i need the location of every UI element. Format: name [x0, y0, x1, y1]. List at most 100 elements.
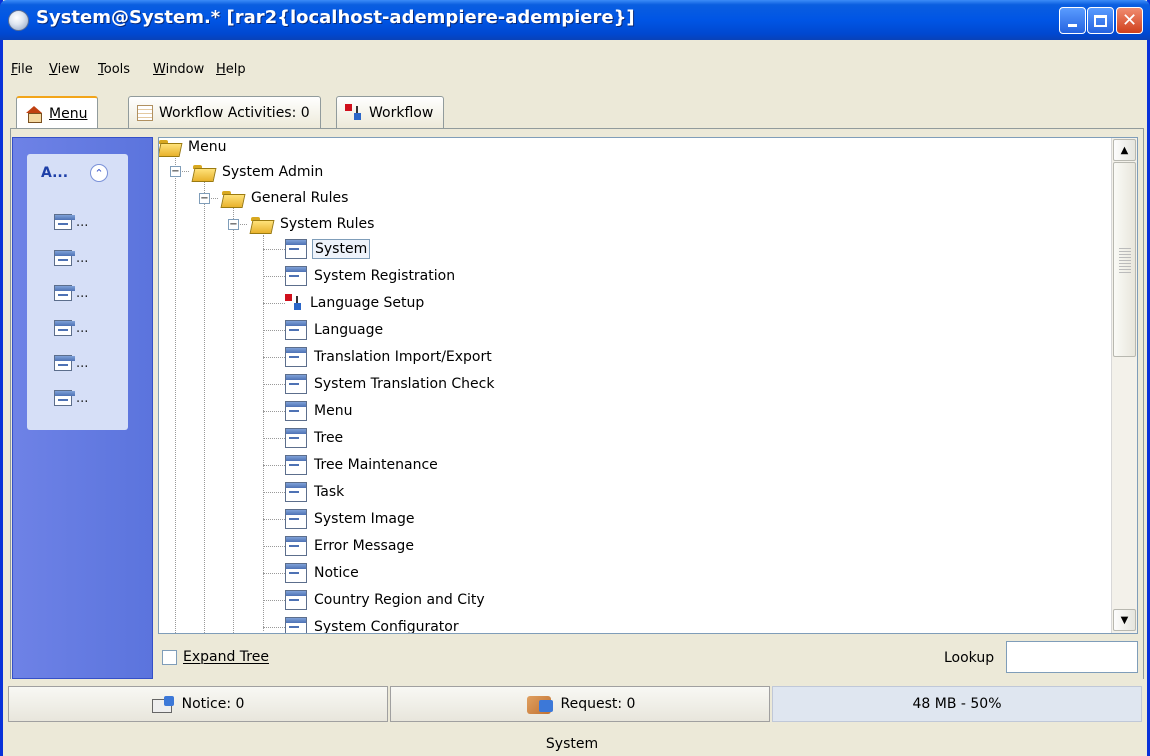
tree-item-system-translation-check[interactable]: System Translation Check [285, 372, 496, 396]
expand-tree-checkbox[interactable]: Expand Tree [162, 649, 269, 665]
lookup-label: Lookup [944, 650, 995, 666]
window-icon [285, 347, 307, 367]
tree-item-error-message[interactable]: Error Message [285, 534, 416, 558]
tree-item-system-image[interactable]: System Image [285, 507, 417, 531]
tree-item-language-setup[interactable]: Language Setup [285, 291, 426, 315]
tab-menu[interactable]: Menu [16, 96, 99, 129]
window-icon [285, 536, 307, 556]
sidebar-header: A... [41, 165, 69, 181]
tree-node-label: Tree [314, 430, 344, 446]
tree-item-tree-maintenance[interactable]: Tree Maintenance [285, 453, 440, 477]
tree-item-system-registration[interactable]: System Registration [285, 264, 457, 288]
memory-indicator[interactable]: 48 MB - 50% [772, 686, 1142, 722]
tree-node-label: Notice [314, 565, 359, 581]
tree-connector [263, 411, 285, 412]
notice-count: Notice: 0 [181, 696, 245, 712]
menu-tools[interactable]: Tools [98, 62, 130, 77]
request-icon [525, 692, 555, 716]
tree-item-system-configurator[interactable]: System Configurator [285, 615, 461, 633]
tree-connector [263, 573, 285, 574]
shortcut-label: ... [76, 214, 89, 230]
window-icon [285, 239, 307, 259]
shortcut-label: ... [76, 285, 89, 301]
tree-connector [263, 546, 285, 547]
shortcut-label: ... [76, 250, 89, 266]
window-icon [285, 428, 307, 448]
checkbox-box[interactable] [162, 649, 177, 665]
grip-icon [1119, 248, 1131, 274]
tree-connector [263, 276, 285, 277]
tree-item-country-region-city[interactable]: Country Region and City [285, 588, 487, 612]
tree-node-label: Translation Import/Export [314, 349, 492, 365]
scroll-up-button[interactable]: ▲ [1113, 139, 1136, 161]
tree-vertical-scrollbar[interactable]: ▲ ▼ [1111, 138, 1137, 633]
scroll-thumb[interactable] [1113, 162, 1136, 357]
memory-usage: 48 MB - 50% [912, 696, 1002, 712]
tree-viewport: − − − Menu System Admin General Rules Sy… [159, 138, 1111, 633]
tree-item-task[interactable]: Task [285, 480, 346, 504]
collapse-system-rules-toggle[interactable]: − [228, 219, 239, 230]
folder-open-icon [193, 164, 215, 180]
menu-window[interactable]: Window [153, 62, 204, 77]
collapse-general-rules-toggle[interactable]: − [199, 193, 210, 204]
sidebar-shortcut[interactable]: ... [54, 390, 88, 406]
menu-view[interactable]: View [49, 62, 80, 77]
sidebar-shortcut[interactable]: ... [54, 320, 88, 336]
collapse-system-admin-toggle[interactable]: − [170, 166, 181, 177]
menu-help[interactable]: Help [216, 62, 246, 77]
tree-item-notice[interactable]: Notice [285, 561, 361, 585]
sidebar-shortcut[interactable]: ... [54, 214, 88, 230]
tree-connector [263, 249, 285, 250]
window-icon [285, 401, 307, 421]
workflow-icon [345, 104, 363, 122]
tree-connector [263, 384, 285, 385]
tree-item-translation-import-export[interactable]: Translation Import/Export [285, 345, 494, 369]
maximize-button[interactable] [1087, 7, 1114, 34]
window-icon [285, 482, 307, 502]
tree-connector [233, 208, 234, 633]
menu-file[interactable]: File [11, 62, 33, 77]
tree-item-language[interactable]: Language [285, 318, 385, 342]
title-bar[interactable]: System@System.* [rar2{localhost-adempier… [0, 0, 1150, 40]
window-title: System@System.* [rar2{localhost-adempier… [36, 7, 635, 28]
tree-node-general-rules[interactable]: General Rules [222, 186, 350, 210]
tree-connector [263, 438, 285, 439]
menu-tree: − − − Menu System Admin General Rules Sy… [158, 137, 1138, 634]
tab-menu-label: Menu [49, 105, 88, 122]
lookup-input[interactable] [1006, 641, 1138, 673]
window-icon [285, 320, 307, 340]
tab-workflow[interactable]: Workflow [336, 96, 445, 129]
sidebar-shortcut[interactable]: ... [54, 355, 88, 371]
tree-node-label: System Configurator [314, 619, 459, 633]
tree-node-system-admin[interactable]: System Admin [193, 160, 325, 184]
tab-workflow-activities[interactable]: Workflow Activities: 0 [128, 96, 321, 129]
tree-item-system[interactable]: System [285, 237, 371, 261]
window-icon [54, 214, 75, 230]
tree-node-label: System Admin [222, 164, 324, 180]
sidebar-shortcut[interactable]: ... [54, 250, 88, 266]
window-icon [285, 374, 307, 394]
tree-item-menu[interactable]: Menu [285, 399, 354, 423]
tree-connector [263, 357, 285, 358]
close-button[interactable]: ✕ [1116, 7, 1143, 34]
tree-node-label: Menu [314, 403, 353, 419]
tree-connector [175, 158, 176, 633]
window-icon [285, 266, 307, 286]
close-icon: ✕ [1121, 9, 1138, 31]
tree-connector [263, 465, 285, 466]
notice-status-button[interactable]: Notice: 0 [8, 686, 388, 722]
window-icon [285, 590, 307, 610]
tree-node-label: System Registration [314, 268, 456, 284]
request-status-button[interactable]: Request: 0 [390, 686, 770, 722]
scroll-down-button[interactable]: ▼ [1113, 609, 1136, 631]
tree-node-root[interactable]: Menu [159, 138, 228, 159]
tree-item-tree[interactable]: Tree [285, 426, 345, 450]
window-icon [285, 509, 307, 529]
collapse-icon[interactable]: ⌃ [90, 164, 108, 182]
tree-node-system-rules[interactable]: System Rules [251, 212, 376, 236]
tree-connector [263, 627, 285, 628]
sidebar-shortcut[interactable]: ... [54, 285, 88, 301]
minimize-button[interactable] [1059, 7, 1086, 34]
tree-connector [263, 519, 285, 520]
tree-node-label: Task [314, 484, 345, 500]
